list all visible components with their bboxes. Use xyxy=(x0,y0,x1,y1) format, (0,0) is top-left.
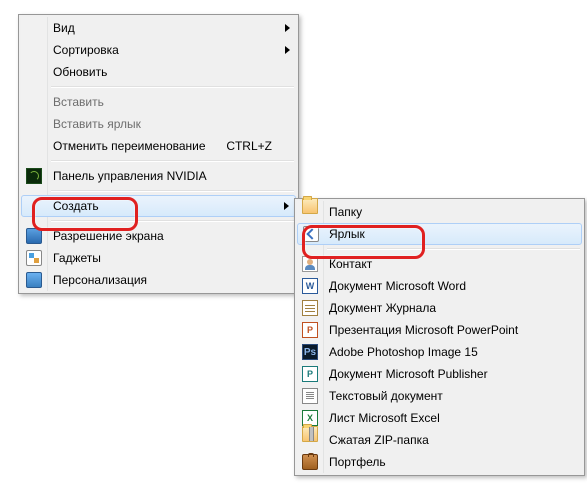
menu-paste: Вставить xyxy=(21,91,296,113)
menu-label: Документ Журнала xyxy=(329,301,436,315)
display-icon xyxy=(26,228,42,244)
menu-resolution[interactable]: Разрешение экрана xyxy=(21,225,296,247)
menu-label: Обновить xyxy=(53,65,107,79)
menu-separator xyxy=(51,160,294,162)
submenu-contact[interactable]: Контакт xyxy=(297,253,582,275)
text-file-icon xyxy=(302,388,318,404)
folder-icon xyxy=(302,198,318,214)
menu-label: Разрешение экрана xyxy=(53,229,164,243)
briefcase-icon xyxy=(302,454,318,470)
menu-label: Папку xyxy=(329,205,362,219)
menu-label: Создать xyxy=(53,199,99,213)
menu-label: Отменить переименование xyxy=(53,139,206,153)
menu-personalize[interactable]: Персонализация xyxy=(21,269,296,291)
submenu-arrow-icon xyxy=(285,46,290,54)
submenu-pub[interactable]: Документ Microsoft Publisher xyxy=(297,363,582,385)
submenu-txt[interactable]: Текстовый документ xyxy=(297,385,582,407)
menu-label: Гаджеты xyxy=(53,251,101,265)
menu-shortcut-text: CTRL+Z xyxy=(226,139,272,153)
menu-sort[interactable]: Сортировка xyxy=(21,39,296,61)
menu-label: Вставить xyxy=(53,95,104,109)
publisher-icon xyxy=(302,366,318,382)
menu-gadgets[interactable]: Гаджеты xyxy=(21,247,296,269)
menu-separator xyxy=(51,220,294,222)
powerpoint-icon xyxy=(302,322,318,338)
shortcut-icon xyxy=(303,226,319,242)
journal-icon xyxy=(302,300,318,316)
menu-label: Сортировка xyxy=(53,43,119,57)
menu-label: Документ Microsoft Publisher xyxy=(329,367,488,381)
submenu-ps[interactable]: Adobe Photoshop Image 15 xyxy=(297,341,582,363)
menu-label: Вид xyxy=(53,21,75,35)
menu-separator xyxy=(51,86,294,88)
menu-refresh[interactable]: Обновить xyxy=(21,61,296,83)
submenu-shortcut[interactable]: Ярлык xyxy=(297,223,582,245)
menu-label: Документ Microsoft Word xyxy=(329,279,466,293)
submenu-ppt[interactable]: Презентация Microsoft PowerPoint xyxy=(297,319,582,341)
menu-view[interactable]: Вид xyxy=(21,17,296,39)
menu-label: Панель управления NVIDIA xyxy=(53,169,207,183)
zip-folder-icon xyxy=(302,426,318,442)
submenu-word[interactable]: Документ Microsoft Word xyxy=(297,275,582,297)
submenu-portfolio[interactable]: Портфель xyxy=(297,451,582,473)
menu-paste-shortcut: Вставить ярлык xyxy=(21,113,296,135)
menu-label: Adobe Photoshop Image 15 xyxy=(329,345,478,359)
menu-separator xyxy=(327,248,580,250)
menu-label: Текстовый документ xyxy=(329,389,443,403)
submenu-folder[interactable]: Папку xyxy=(297,201,582,223)
menu-separator xyxy=(51,190,294,192)
menu-label: Ярлык xyxy=(329,227,365,241)
personalize-icon xyxy=(26,272,42,288)
photoshop-icon xyxy=(302,344,318,360)
submenu-arrow-icon xyxy=(284,202,289,210)
word-icon xyxy=(302,278,318,294)
menu-label: Контакт xyxy=(329,257,372,271)
submenu-excel[interactable]: Лист Microsoft Excel xyxy=(297,407,582,429)
menu-label: Сжатая ZIP-папка xyxy=(329,433,429,447)
menu-label: Портфель xyxy=(329,455,386,469)
contact-icon xyxy=(302,256,318,272)
submenu-journal[interactable]: Документ Журнала xyxy=(297,297,582,319)
submenu-zip[interactable]: Сжатая ZIP-папка xyxy=(297,429,582,451)
desktop-context-menu: Вид Сортировка Обновить Вставить Вставит… xyxy=(18,14,299,294)
submenu-arrow-icon xyxy=(285,24,290,32)
gadgets-icon xyxy=(26,250,42,266)
create-submenu: Папку Ярлык Контакт Документ Microsoft W… xyxy=(294,198,585,476)
menu-label: Вставить ярлык xyxy=(53,117,141,131)
menu-label: Презентация Microsoft PowerPoint xyxy=(329,323,518,337)
nvidia-icon xyxy=(26,168,42,184)
menu-create[interactable]: Создать xyxy=(21,195,296,217)
menu-label: Лист Microsoft Excel xyxy=(329,411,440,425)
menu-label: Персонализация xyxy=(53,273,147,287)
menu-nvidia[interactable]: Панель управления NVIDIA xyxy=(21,165,296,187)
menu-undo-rename[interactable]: Отменить переименование CTRL+Z xyxy=(21,135,296,157)
